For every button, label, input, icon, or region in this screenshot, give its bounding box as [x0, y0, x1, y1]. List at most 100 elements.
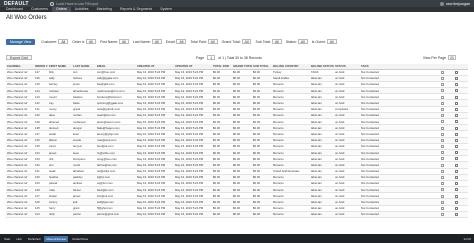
taskbar-item[interactable]: Start [2, 236, 12, 242]
taskbar-item[interactable]: Hub [14, 236, 24, 242]
edit-icon[interactable] [455, 101, 458, 105]
row-edit-cell [454, 211, 468, 219]
edit-icon[interactable] [455, 83, 458, 87]
edit-icon[interactable] [455, 95, 458, 99]
row-checkbox[interactable] [441, 107, 444, 111]
table-cell: May 16, 2016 5:24 PM [136, 211, 174, 219]
filter-select[interactable]: All [151, 39, 162, 44]
edit-icon[interactable] [455, 126, 458, 130]
filter-0: Customer: All [41, 39, 69, 44]
edit-icon[interactable] [455, 213, 458, 217]
taskbar-item[interactable]: Multishell [26, 236, 43, 242]
table-tools: Export Grid Page 1 of 1 | Total 30 to 38… [6, 54, 468, 61]
search-text: Lucid Have to use Fill input [56, 1, 99, 6]
pager-info: of 1 | Total 30 to 38 Records [218, 55, 262, 60]
edit-icon[interactable] [455, 132, 458, 136]
app-logo: DEFAULT [4, 0, 29, 7]
filter-label: Grand Total: [221, 39, 241, 44]
pager: Page 1 of 1 | Total 30 to 38 Records [196, 55, 262, 60]
row-checkbox[interactable] [441, 182, 444, 186]
per-page-label: View Per Page [422, 55, 446, 60]
taskbar-item[interactable]: Mavericks/new [44, 235, 69, 242]
row-checkbox[interactable] [441, 77, 444, 81]
table-cell: on-hold [334, 211, 360, 219]
filter-select[interactable]: All [297, 39, 308, 44]
filter-1: Order #: All [72, 39, 96, 44]
edit-icon[interactable] [455, 157, 458, 161]
filter-3: Last Name: All [133, 39, 162, 44]
filter-label: Total Paid: [190, 39, 207, 44]
edit-icon[interactable] [455, 138, 458, 142]
edit-icon[interactable] [455, 194, 458, 198]
edit-icon[interactable] [455, 114, 458, 118]
row-checkbox[interactable] [441, 126, 444, 130]
table-cell: label-tan [310, 211, 334, 219]
filter-9: Is Guest: All [312, 39, 337, 44]
row-checkbox[interactable] [441, 169, 444, 173]
edit-icon[interactable] [455, 107, 458, 111]
filter-select[interactable]: All [241, 39, 252, 44]
filter-select[interactable]: All [207, 39, 218, 44]
edit-icon[interactable] [455, 206, 458, 210]
row-checkbox[interactable] [441, 120, 444, 124]
row-checkbox[interactable] [441, 213, 444, 217]
table-cell: dolly [48, 211, 72, 219]
edit-icon[interactable] [455, 77, 458, 81]
edit-icon[interactable] [455, 188, 458, 192]
filter-select[interactable]: All [119, 39, 129, 44]
edit-icon[interactable] [455, 169, 458, 173]
filter-label: First Name: [99, 39, 119, 44]
row-checkbox[interactable] [441, 89, 444, 93]
row-checkbox[interactable] [441, 83, 444, 87]
row-checkbox[interactable] [441, 194, 444, 198]
export-grid-button[interactable]: Export Grid [6, 55, 32, 60]
edit-icon[interactable] [455, 200, 458, 204]
row-checkbox[interactable] [441, 157, 444, 161]
row-checkbox[interactable] [441, 138, 444, 142]
row-checkbox[interactable] [441, 114, 444, 118]
filter-5: Total Paid: All [190, 39, 218, 44]
row-checkbox[interactable] [441, 206, 444, 210]
filter-select[interactable]: All [86, 39, 96, 44]
filter-7: Sub Total: All [255, 39, 282, 44]
edit-icon[interactable] [455, 89, 458, 93]
table-cell: 124 [34, 211, 48, 219]
filter-select[interactable]: All [326, 39, 337, 44]
edit-icon[interactable] [455, 120, 458, 124]
edit-icon[interactable] [455, 182, 458, 186]
table-body: Woo channel ref 147 billy tom tom@hoo.com May… [6, 69, 468, 219]
table-row[interactable]: Woo channel ref 124 dolly parton parton@ghol… [6, 211, 468, 219]
filter-label: Customer: [41, 39, 58, 44]
row-checkbox[interactable] [441, 101, 444, 105]
filter-8: Status: All [286, 39, 308, 44]
filter-select[interactable]: All [176, 39, 187, 44]
row-select-cell [440, 211, 454, 219]
row-checkbox[interactable] [441, 176, 444, 180]
row-checkbox[interactable] [441, 70, 444, 74]
edit-icon[interactable] [455, 176, 458, 180]
row-checkbox[interactable] [441, 151, 444, 155]
filter-select[interactable]: All [58, 39, 69, 44]
filter-label: Email: [165, 39, 176, 44]
per-page-select[interactable]: 20 [448, 55, 456, 60]
row-checkbox[interactable] [441, 200, 444, 204]
user-name: new tirejourgan [446, 1, 470, 6]
edit-icon[interactable] [455, 70, 458, 74]
page-title: All Woo Orders [6, 15, 47, 21]
taskbar-item[interactable]: DefaultView [70, 236, 90, 242]
user-menu[interactable]: new tirejourgan [440, 1, 474, 6]
edit-icon[interactable] [455, 163, 458, 167]
edit-icon[interactable] [455, 145, 458, 149]
row-checkbox[interactable] [441, 188, 444, 192]
manage-view-button[interactable]: Manage View [6, 38, 36, 45]
table-cell: $0.00 [252, 211, 272, 219]
page-input[interactable]: 1 [207, 55, 216, 60]
filter-select[interactable]: All [272, 39, 282, 44]
row-checkbox[interactable] [441, 163, 444, 167]
table-cell: $0.00 [232, 211, 252, 219]
row-checkbox[interactable] [441, 132, 444, 136]
search-area[interactable]: Lucid Have to use Fill input [50, 1, 99, 6]
row-checkbox[interactable] [441, 95, 444, 99]
edit-icon[interactable] [455, 151, 458, 155]
row-checkbox[interactable] [441, 145, 444, 149]
